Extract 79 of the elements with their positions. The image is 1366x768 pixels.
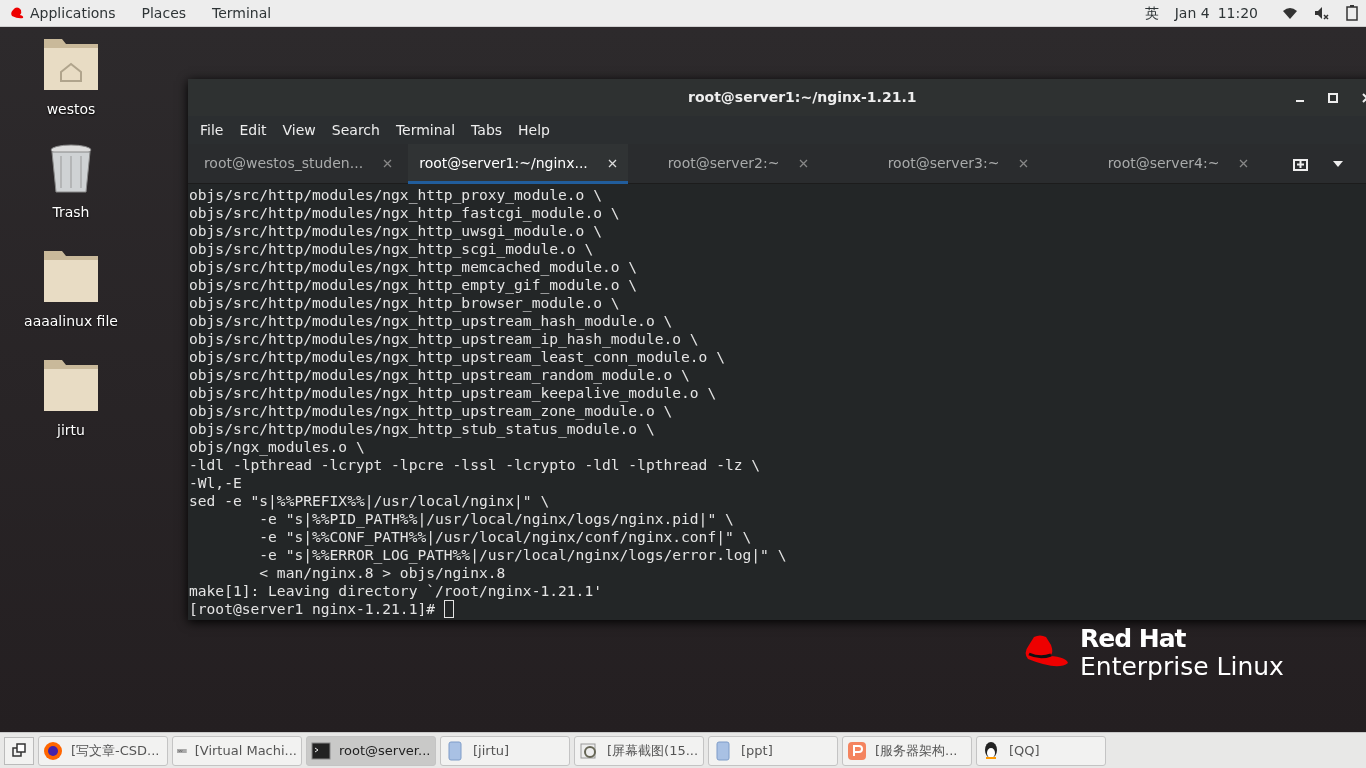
terminal-line: < man/nginx.8 > objs/nginx.8 — [258, 564, 507, 582]
menu-item[interactable]: View — [274, 119, 324, 141]
close-icon — [1019, 159, 1029, 168]
terminal-line: make[1]: Leaving directory `/root/nginx-1.21.1' — [189, 582, 603, 600]
file-cabinet-icon — [445, 740, 465, 761]
taskbar-button[interactable]: [jirtu] — [440, 735, 570, 766]
taskbar-button[interactable]: [服务器架构... — [842, 735, 972, 766]
logo-subtitle: Enterprise Linux — [1080, 653, 1284, 681]
menu-item[interactable]: Applications — [24, 2, 129, 24]
menu-item[interactable]: Tabs — [463, 119, 511, 141]
icon-label[interactable]: aaaalinux file — [24, 311, 118, 332]
menu-item[interactable]: Edit — [231, 119, 275, 141]
terminal-line: objs/src/http/modules/ngx_http_upstream_ip_hash_module.o \ — [189, 330, 700, 348]
terminal-line: objs/src/http/modules/ngx_http_uwsgi_module.o \ — [189, 222, 603, 240]
file-cabinet-icon — [713, 740, 733, 761]
close-icon — [607, 159, 617, 168]
window-title: root@server1:~/nginx-1.21.1 — [688, 88, 917, 107]
terminal-line: objs/src/http/modules/ngx_http_upstream_keepalive_module.o \ — [189, 384, 718, 402]
shell-prompt: [root@server1 nginx-1.21.1]# — [189, 600, 436, 618]
virtual-machine-icon — [177, 746, 187, 755]
time-label[interactable]: 11:20 — [1217, 2, 1258, 24]
date-label[interactable]: Jan 4 — [1174, 2, 1210, 24]
icon-label[interactable]: jirtu — [57, 420, 85, 441]
terminal-line: objs/src/http/modules/ngx_http_empty_gif_module.o \ — [189, 276, 639, 294]
terminal-tab[interactable]: root@server3:~ — [848, 143, 1068, 184]
icon-label[interactable]: westos — [46, 99, 96, 120]
browser-icon — [43, 740, 63, 761]
terminal-line: objs/ngx_modules.o \ — [189, 438, 366, 456]
text-cursor — [443, 600, 454, 618]
maximize-icon — [1328, 92, 1338, 103]
terminal-line: objs/src/http/modules/ngx_http_proxy_module.o \ — [189, 186, 603, 204]
terminal-line: objs/src/http/modules/ngx_http_fastcgi_module.o \ — [189, 204, 621, 222]
hat-icon — [8, 6, 24, 20]
terminal-line: objs/src/http/modules/ngx_http_upstream_zone_module.o \ — [189, 402, 674, 420]
icon-label[interactable]: Trash — [52, 202, 90, 223]
terminal-line: objs/src/http/modules/ngx_http_scgi_module.o \ — [189, 240, 595, 258]
show-desktop-icon[interactable] — [4, 736, 34, 765]
taskbar-button[interactable]: [ppt] — [708, 735, 838, 766]
dropdown-icon[interactable] — [1332, 159, 1344, 168]
terminal-tab[interactable]: root@westos_studen... — [188, 143, 408, 184]
terminal-line: -ldl -lpthread -lcrypt -lpcre -lssl -lcrypto -ldl -lpthread -lz \ — [189, 456, 762, 474]
terminal-line: sed -e "s|%%PREFIX%%|/usr/local/nginx|" \ — [189, 492, 551, 510]
input-method-indicator[interactable]: 英 — [1144, 2, 1159, 24]
taskbar-button[interactable]: [Virtual Machi... — [172, 735, 302, 766]
terminal-tab[interactable]: root@server1:~/nginx... — [408, 143, 628, 184]
presentation-icon — [847, 740, 867, 761]
taskbar-button[interactable]: root@server... — [306, 735, 436, 766]
terminal-tab[interactable]: root@server2:~ — [628, 143, 848, 184]
terminal-line: -e "s|%%PID_PATH%%|/usr/local/nginx/logs/nginx.pid|" \ — [258, 510, 735, 528]
menu-item[interactable]: Help — [510, 119, 558, 141]
terminal-line: objs/src/http/modules/ngx_http_browser_module.o \ — [189, 294, 621, 312]
minimize-icon — [1296, 100, 1304, 102]
logo-wordmark: Red Hat — [1080, 625, 1187, 653]
close-icon — [383, 159, 393, 168]
menu-item[interactable]: Search — [323, 119, 388, 141]
terminal-line: objs/src/http/modules/ngx_http_upstream_random_module.o \ — [189, 366, 691, 384]
trash-icon — [49, 144, 93, 194]
menu-item[interactable]: File — [192, 119, 232, 141]
terminal-line: objs/src/http/modules/ngx_http_upstream_least_conn_module.o \ — [189, 348, 726, 366]
battery-icon — [1346, 5, 1358, 21]
image-viewer-icon — [579, 740, 599, 761]
taskbar-button[interactable]: [写文章-CSD... — [38, 735, 168, 766]
close-icon — [799, 159, 809, 168]
terminal-line: -Wl,-E — [189, 474, 243, 492]
terminal-line: -e "s|%%CONF_PATH%%|/usr/local/nginx/conf/nginx.conf|" \ — [258, 528, 753, 546]
menu-item[interactable]: Terminal — [199, 2, 285, 24]
volume-icon — [1314, 6, 1330, 20]
taskbar-button[interactable]: [屏幕截图(15... — [574, 735, 704, 766]
menu-item[interactable]: Places — [128, 2, 200, 24]
menu-item[interactable]: Terminal — [387, 119, 464, 141]
wifi-icon — [1282, 6, 1298, 20]
terminal-line: objs/src/http/modules/ngx_http_memcached_module.o \ — [189, 258, 639, 276]
terminal-line: objs/src/http/modules/ngx_http_stub_status_module.o \ — [189, 420, 656, 438]
terminal-line: objs/src/http/modules/ngx_http_upstream_hash_module.o \ — [189, 312, 674, 330]
terminal-tab[interactable]: root@server4:~ — [1068, 143, 1288, 184]
terminal-line: -e "s|%%ERROR_LOG_PATH%%|/usr/local/nginx/logs/error.log|" \ — [258, 546, 788, 564]
close-icon — [1239, 159, 1249, 168]
taskbar-button[interactable]: [QQ] — [976, 735, 1106, 766]
terminal-icon — [311, 740, 331, 761]
